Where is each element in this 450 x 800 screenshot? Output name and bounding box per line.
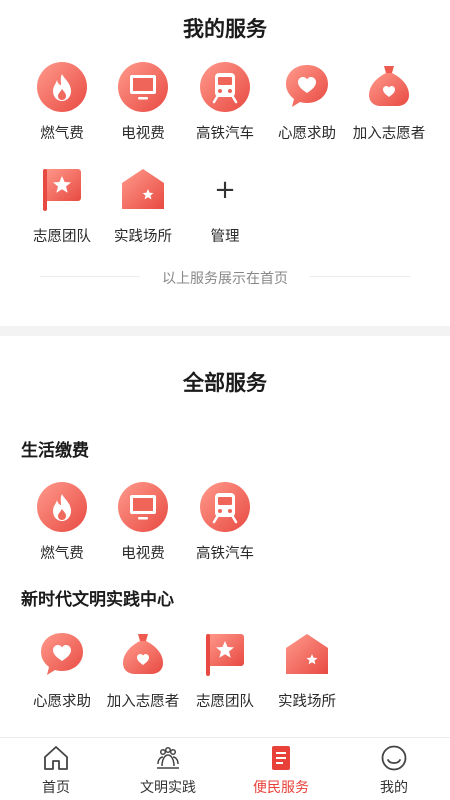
section-divider	[0, 326, 450, 336]
service-gas-fee[interactable]: 燃气费	[21, 482, 103, 572]
smiley-icon	[380, 744, 408, 772]
tab-label: 便民服务	[253, 780, 309, 796]
service-label: 高铁汽车	[196, 546, 254, 562]
train-icon	[200, 62, 250, 112]
service-tv-fee[interactable]: 电视费	[102, 482, 184, 572]
service-volunteer-team[interactable]: 志愿团队	[21, 165, 103, 255]
service-label: 加入志愿者	[106, 694, 180, 710]
service-join-volunteer[interactable]: 加入志愿者	[102, 630, 184, 720]
star-flag-icon	[200, 630, 250, 680]
tab-convenience-services[interactable]: 便民服务	[225, 738, 337, 800]
tv-icon	[118, 62, 168, 112]
manage-button[interactable]: + 管理	[184, 165, 266, 255]
service-label: 燃气费	[40, 126, 84, 142]
service-practice-venue[interactable]: 实践场所	[266, 630, 348, 720]
service-label: 志愿团队	[33, 229, 91, 245]
volunteer-bag-icon	[118, 630, 168, 680]
service-practice-venue[interactable]: 实践场所	[102, 165, 184, 255]
service-join-volunteer[interactable]: 加入志愿者	[348, 62, 430, 152]
civilization-icon	[154, 744, 182, 772]
tab-civilization-practice[interactable]: 文明实践	[112, 738, 224, 800]
service-label: 高铁汽车	[196, 126, 254, 142]
service-label: 燃气费	[40, 546, 84, 562]
tab-label: 首页	[42, 780, 70, 796]
homepage-display-note: 以上服务展示在首页	[162, 271, 288, 287]
service-gas-fee[interactable]: 燃气费	[21, 62, 103, 152]
service-tv-fee[interactable]: 电视费	[102, 62, 184, 152]
heart-bubble-icon	[282, 62, 332, 112]
service-wish-help[interactable]: 心愿求助	[266, 62, 348, 152]
plus-icon: +	[214, 175, 236, 205]
service-label: 电视费	[121, 546, 165, 562]
all-services-title: 全部服务	[183, 371, 267, 395]
volunteer-bag-icon	[364, 62, 414, 112]
home-icon	[42, 744, 70, 772]
service-volunteer-team[interactable]: 志愿团队	[184, 630, 266, 720]
tab-mine[interactable]: 我的	[338, 738, 450, 800]
flame-icon	[37, 482, 87, 532]
service-label: 实践场所	[278, 694, 336, 710]
house-star-icon	[282, 630, 332, 680]
service-rail-bus[interactable]: 高铁汽车	[184, 62, 266, 152]
star-flag-icon	[37, 165, 87, 215]
tab-home[interactable]: 首页	[0, 738, 112, 800]
service-wish-help[interactable]: 心愿求助	[21, 630, 103, 720]
category-title-civilization-center: 新时代文明实践中心	[21, 590, 174, 610]
service-label: 电视费	[121, 126, 165, 142]
service-label: 加入志愿者	[352, 126, 426, 142]
service-label: 志愿团队	[196, 694, 254, 710]
manage-label: 管理	[210, 229, 240, 245]
my-services-title: 我的服务	[183, 17, 267, 41]
tab-label: 我的	[380, 780, 408, 796]
service-label: 实践场所	[114, 229, 172, 245]
flame-icon	[37, 62, 87, 112]
bottom-tab-bar: 首页 文明实践 便民服务 我的	[0, 737, 450, 800]
service-label: 心愿求助	[33, 694, 91, 710]
house-star-icon	[118, 165, 168, 215]
category-title-life-payment: 生活缴费	[21, 441, 89, 461]
service-rail-bus[interactable]: 高铁汽车	[184, 482, 266, 572]
tab-label: 文明实践	[140, 780, 196, 796]
heart-bubble-icon	[37, 630, 87, 680]
service-label: 心愿求助	[278, 126, 336, 142]
tv-icon	[118, 482, 168, 532]
document-icon	[267, 744, 295, 772]
train-icon	[200, 482, 250, 532]
